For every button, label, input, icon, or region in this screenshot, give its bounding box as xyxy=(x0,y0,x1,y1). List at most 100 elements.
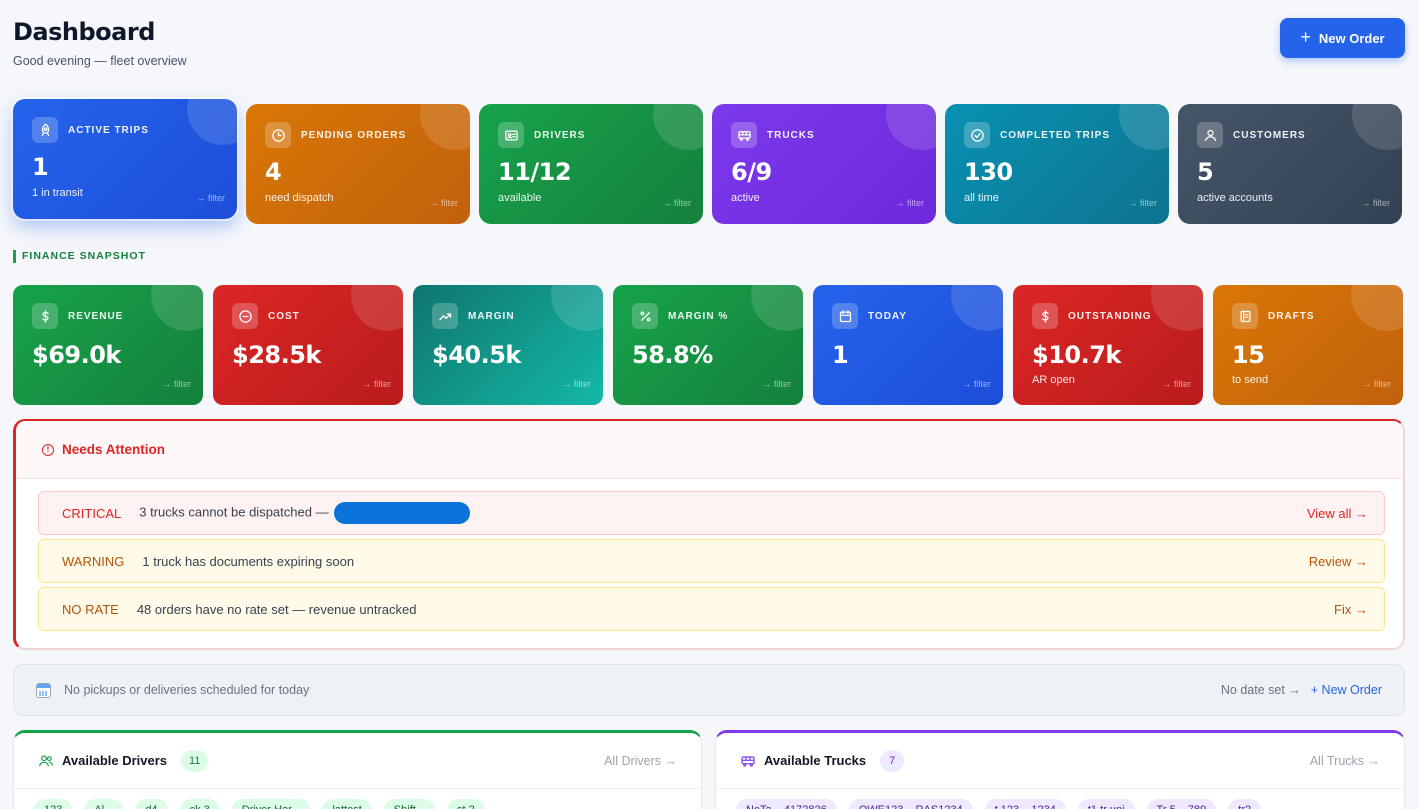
available-trucks-header: Available Trucks 7 All Trucks → xyxy=(716,733,1404,789)
new-order-link[interactable]: + New Order xyxy=(1311,683,1382,697)
driver-chip[interactable]: Driver Har... xyxy=(231,799,311,809)
truck-chip[interactable]: t 123... 1234 xyxy=(984,799,1066,809)
kpi-label: TRUCKS xyxy=(767,129,815,141)
alert-tag: NO RATE xyxy=(62,601,119,617)
kpi-label: DRIVERS xyxy=(534,129,586,141)
finance-card-margin-percent[interactable]: MARGIN % 58.8% → filter xyxy=(613,285,803,405)
finance-value: $10.7k xyxy=(1032,341,1121,369)
needs-attention-title: Needs Attention xyxy=(62,442,166,457)
finance-card-margin[interactable]: MARGIN $40.5k → filter xyxy=(413,285,603,405)
kpi-value: 4 xyxy=(265,158,282,186)
driver-chip[interactable]: d4 xyxy=(135,799,168,809)
drivers-count-badge: 11 xyxy=(181,749,209,772)
finance-row: REVENUE $69.0k → filter COST $28.5k → fi… xyxy=(13,285,1403,405)
new-order-button[interactable]: + New Order xyxy=(1280,18,1405,58)
truck-icon xyxy=(731,122,757,148)
page-header: Dashboard Good evening — fleet overview xyxy=(13,18,187,68)
no-date-set-link[interactable]: No date set → xyxy=(1221,683,1301,697)
page-subtitle: Good evening — fleet overview xyxy=(13,54,187,68)
finance-filter-link[interactable]: → filter xyxy=(1362,379,1391,389)
kpi-label: CUSTOMERS xyxy=(1233,129,1306,141)
kpi-filter-link[interactable]: → filter xyxy=(196,193,225,203)
driver-chip[interactable]: Al... xyxy=(84,799,124,809)
finance-value: 15 xyxy=(1232,341,1265,369)
finance-value: $40.5k xyxy=(432,341,521,369)
finance-card-cost[interactable]: COST $28.5k → filter xyxy=(213,285,403,405)
truck-chips: NeTa... 4172826 QWE123... RAS1234 t 123.… xyxy=(716,789,1404,809)
alert-circle-icon: ! xyxy=(42,443,54,456)
today-actions: No date set → + New Order xyxy=(1221,683,1382,697)
finance-filter-link[interactable]: → filter xyxy=(562,379,591,389)
driver-chip[interactable]: st 2 xyxy=(446,799,485,809)
kpi-card-active-trips[interactable]: ACTIVE TRIPS 1 1 in transit → filter xyxy=(11,97,239,221)
kpi-filter-link[interactable]: → filter xyxy=(429,198,458,208)
truck-chip[interactable]: Tr 5... 789 xyxy=(1146,799,1217,809)
alert-message: 48 orders have no rate set — revenue unt… xyxy=(136,601,417,617)
driver-chip[interactable]: Shift... xyxy=(383,799,435,809)
kpi-value: 130 xyxy=(964,158,1013,186)
finance-filter-link[interactable]: → filter xyxy=(1162,379,1191,389)
kpi-sub: active xyxy=(731,192,760,204)
needs-attention-panel: ! Needs Attention CRITICAL 3 trucks cann… xyxy=(13,419,1405,650)
alert-row-no-rate: NO RATE 48 orders have no rate set — rev… xyxy=(38,587,1385,631)
finance-card-today[interactable]: TODAY 1 → filter xyxy=(813,285,1003,405)
truck-chip[interactable]: NeTa... 4172826 xyxy=(736,799,837,809)
kpi-value: 11/12 xyxy=(498,158,572,186)
finance-section-label: FINANCE SNAPSHOT xyxy=(13,250,146,263)
calendar-icon xyxy=(832,303,858,329)
driver-chip[interactable]: 123 xyxy=(34,799,73,809)
clock-icon xyxy=(265,122,291,148)
kpi-card-drivers[interactable]: DRIVERS 11/12 available → filter xyxy=(479,104,703,224)
fix-link[interactable]: Fix → xyxy=(1334,602,1368,617)
id-card-icon xyxy=(498,122,524,148)
finance-label: MARGIN xyxy=(468,310,515,322)
kpi-card-customers[interactable]: CUSTOMERS 5 active accounts → filter xyxy=(1178,104,1402,224)
dollar-icon xyxy=(1032,303,1058,329)
users-icon xyxy=(38,753,54,769)
kpi-sub: 1 in transit xyxy=(32,187,83,199)
plus-icon: + xyxy=(1300,26,1311,47)
kpi-filter-link[interactable]: → filter xyxy=(1361,198,1390,208)
truck-chip[interactable]: QWE123... RAS1234 xyxy=(848,799,973,809)
percent-icon xyxy=(632,303,658,329)
driver-chips: 123 Al... d4 ck 3 Driver Har... lattest … xyxy=(14,789,701,809)
truck-chip[interactable]: t1 tr uni xyxy=(1077,799,1135,809)
kpi-sub: active accounts xyxy=(1197,192,1273,204)
finance-filter-link[interactable]: → filter xyxy=(362,379,391,389)
review-link[interactable]: Review → xyxy=(1309,554,1368,569)
driver-chip[interactable]: lattest xyxy=(322,799,372,809)
kpi-filter-link[interactable]: → filter xyxy=(662,198,691,208)
new-order-button-label: New Order xyxy=(1318,30,1385,46)
all-drivers-link[interactable]: All Drivers → xyxy=(604,754,677,768)
finance-filter-link[interactable]: → filter xyxy=(762,379,791,389)
dollar-icon xyxy=(32,303,58,329)
finance-card-revenue[interactable]: REVENUE $69.0k → filter xyxy=(13,285,203,405)
finance-filter-link[interactable]: → filter xyxy=(962,379,991,389)
document-icon xyxy=(1232,303,1258,329)
kpi-filter-link[interactable]: → filter xyxy=(1128,198,1157,208)
finance-label: REVENUE xyxy=(68,310,124,322)
finance-card-outstanding[interactable]: OUTSTANDING $10.7k AR open → filter xyxy=(1013,285,1203,405)
kpi-card-pending-orders[interactable]: PENDING ORDERS 4 need dispatch → filter xyxy=(246,104,470,224)
user-icon xyxy=(1197,122,1223,148)
driver-chip[interactable]: ck 3 xyxy=(179,799,220,809)
alert-tag: WARNING xyxy=(62,553,125,569)
view-all-link[interactable]: View all → xyxy=(1307,506,1368,521)
kpi-label: ACTIVE TRIPS xyxy=(68,124,149,136)
finance-value: $69.0k xyxy=(32,341,121,369)
truck-chip[interactable]: tr2 xyxy=(1228,799,1262,809)
kpi-filter-link[interactable]: → filter xyxy=(895,198,924,208)
today-schedule-bar: No pickups or deliveries scheduled for t… xyxy=(13,664,1405,716)
finance-card-drafts[interactable]: DRAFTS 15 to send → filter xyxy=(1213,285,1403,405)
finance-label: OUTSTANDING xyxy=(1068,310,1152,322)
needs-attention-header: ! Needs Attention xyxy=(16,421,1403,479)
available-drivers-title: Available Drivers xyxy=(62,753,168,768)
minus-circle-icon xyxy=(232,303,258,329)
page-title: Dashboard xyxy=(13,18,155,46)
finance-filter-link[interactable]: → filter xyxy=(162,379,191,389)
kpi-card-trucks[interactable]: TRUCKS 6/9 active → filter xyxy=(712,104,936,224)
truck-icon xyxy=(740,753,756,769)
kpi-label: COMPLETED TRIPS xyxy=(1000,129,1111,141)
all-trucks-link[interactable]: All Trucks → xyxy=(1310,754,1380,768)
kpi-card-completed-trips[interactable]: COMPLETED TRIPS 130 all time → filter xyxy=(945,104,1169,224)
